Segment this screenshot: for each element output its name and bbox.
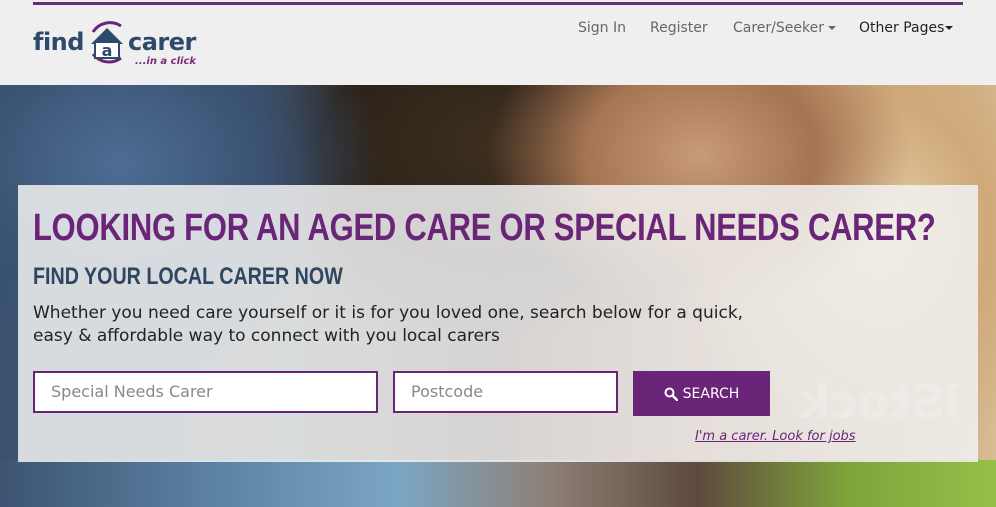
page-subtitle: FIND YOUR LOCAL CARER NOW: [33, 263, 343, 290]
site-logo[interactable]: find a carer ...in a click: [33, 10, 203, 72]
logo-word-carer: carer: [128, 28, 196, 56]
hero-section: iStock LOOKING FOR AN AGED CARE OR SPECI…: [0, 85, 996, 507]
chevron-down-icon: [827, 26, 836, 30]
search-button[interactable]: SEARCH: [633, 371, 770, 416]
hero-description: Whether you need care yourself or it is …: [33, 303, 744, 346]
svg-text:a: a: [102, 41, 113, 60]
chevron-down-icon: [945, 26, 954, 30]
search-icon: [664, 387, 678, 401]
nav-other-pages-label: Other Pages: [859, 20, 945, 36]
nav-other-pages[interactable]: Other Pages: [859, 20, 954, 36]
service-type-input[interactable]: Special Needs Carer: [33, 371, 378, 413]
nav-register[interactable]: Register: [650, 20, 708, 36]
carer-jobs-link[interactable]: I'm a carer. Look for jobs: [695, 429, 856, 444]
nav-carer-seeker[interactable]: Carer/Seeker: [733, 20, 836, 36]
logo-house-icon: a: [91, 21, 123, 64]
hero-photo-lower: [0, 460, 996, 507]
nav-carer-seeker-label: Carer/Seeker: [733, 20, 824, 36]
postcode-input[interactable]: Postcode: [393, 371, 618, 413]
logo-tagline: ...in a click: [135, 56, 197, 67]
nav-sign-in[interactable]: Sign In: [578, 20, 626, 36]
search-panel: LOOKING FOR AN AGED CARE OR SPECIAL NEED…: [18, 185, 978, 462]
site-header: find a carer ...in a click Sign In Regis…: [0, 0, 996, 85]
logo-word-find: find: [33, 28, 84, 56]
search-button-label: SEARCH: [682, 385, 740, 402]
page-title: LOOKING FOR AN AGED CARE OR SPECIAL NEED…: [33, 207, 936, 249]
header-accent-line: [33, 2, 963, 5]
